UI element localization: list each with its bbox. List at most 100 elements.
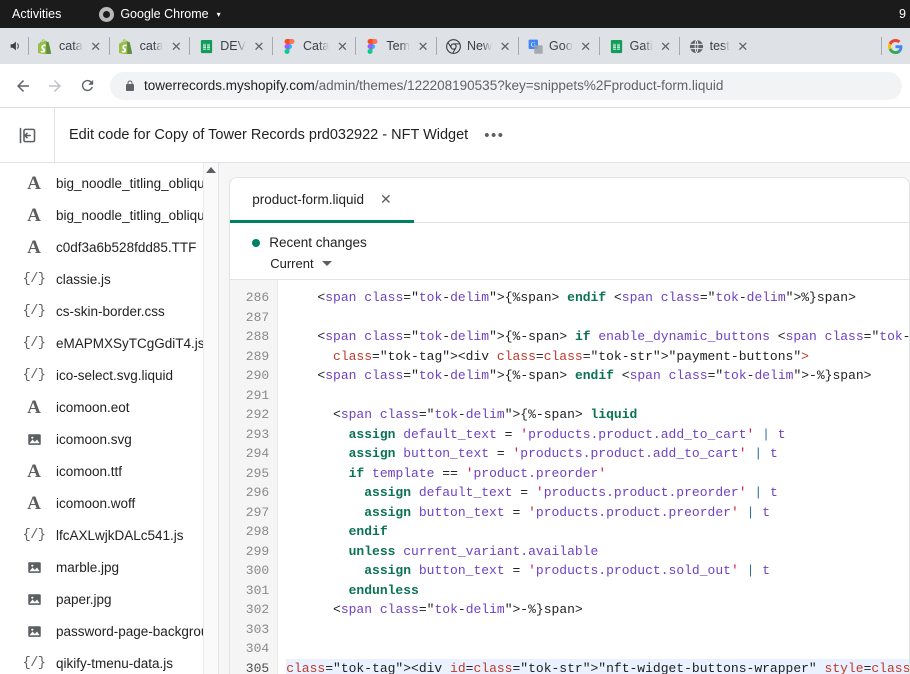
chrome-icon (99, 7, 114, 22)
close-icon[interactable]: ✕ (169, 39, 183, 53)
browser-tab[interactable]: cata ✕ (110, 29, 190, 63)
file-list-item[interactable]: Aicomoon.eot (0, 391, 218, 423)
editor-tab-bar: product-form.liquid ✕ (229, 177, 910, 223)
browser-tab[interactable]: cata✕ (29, 29, 109, 63)
chrome-icon (446, 39, 461, 54)
file-list-item[interactable]: {/}lfcAXLwjkDALc541.js (0, 519, 218, 551)
file-list-item[interactable]: paper.jpg (0, 583, 218, 615)
browser-tab-title: cata (140, 39, 164, 53)
close-icon[interactable]: ✕ (89, 39, 103, 53)
code-line[interactable] (286, 620, 909, 640)
code-line[interactable]: if template == 'product.preorder' (286, 464, 909, 484)
code-area[interactable]: 2862872882892902912922932942952962972982… (229, 279, 910, 674)
code-line[interactable]: class="tok-tag"><div id=class="tok-str">… (286, 659, 909, 674)
partial-tab-google-icon[interactable] (882, 39, 908, 54)
line-number: 289 (230, 347, 269, 367)
code-line[interactable]: assign default_text = 'products.product.… (286, 425, 909, 445)
version-selector[interactable]: Current (270, 256, 887, 271)
code-line[interactable] (286, 308, 909, 328)
browser-tab[interactable]: G Goo ✕ (519, 29, 599, 63)
code-file-icon: {/} (24, 304, 44, 319)
code-line[interactable]: endif (286, 522, 909, 542)
file-list-item[interactable]: {/}eMAPMXSyTCgGdiT4.js (0, 327, 218, 359)
forward-arrow-icon (40, 71, 70, 101)
font-file-icon: A (24, 238, 44, 257)
figma-icon (365, 39, 380, 54)
code-line[interactable] (286, 386, 909, 406)
line-number: 291 (230, 386, 269, 406)
code-line[interactable]: endunless (286, 581, 909, 601)
address-bar[interactable]: towerrecords.myshopify.com/admin/themes/… (110, 72, 902, 100)
close-icon[interactable]: ✕ (579, 39, 593, 53)
code-line[interactable]: assign button_text = 'products.product.a… (286, 444, 909, 464)
file-list-item[interactable]: icomoon.svg (0, 423, 218, 455)
code-file-icon: {/} (24, 528, 44, 543)
recent-changes-header: Recent changes (252, 235, 887, 250)
code-line[interactable]: assign default_text = 'products.product.… (286, 483, 909, 503)
file-list-item[interactable]: Aicomoon.woff (0, 487, 218, 519)
code-line[interactable]: assign button_text = 'products.product.p… (286, 503, 909, 523)
sidebar-scrollbar[interactable] (203, 163, 218, 674)
editor-tab-product-form-liquid[interactable]: product-form.liquid ✕ (230, 178, 414, 223)
file-list-item[interactable]: {/}ico-select.svg.liquid (0, 359, 218, 391)
close-icon[interactable]: ✕ (380, 192, 392, 206)
code-line[interactable]: unless current_variant.available (286, 542, 909, 562)
chevron-down-icon (322, 261, 332, 266)
url-path: /admin/themes/122208190535?key=snippets%… (315, 78, 724, 93)
file-list-item[interactable]: {/}qikify-tmenu-data.js (0, 647, 218, 674)
line-number: 298 (230, 522, 269, 542)
file-list-item[interactable]: {/}classie.js (0, 263, 218, 295)
more-actions-button[interactable]: ••• (484, 128, 504, 143)
code-line[interactable]: assign button_text = 'products.product.s… (286, 561, 909, 581)
browser-tab-title: Gati (630, 39, 653, 53)
google-translate-icon: G (528, 39, 543, 54)
file-list-item[interactable]: Abig_noodle_titling_oblique.woff (0, 199, 218, 231)
browser-tab[interactable]: New✕ (437, 29, 518, 63)
chevron-down-icon: ▾ (217, 10, 221, 19)
image-file-icon (24, 432, 44, 447)
system-clock[interactable]: 9 (899, 7, 906, 21)
close-icon[interactable]: ✕ (252, 39, 266, 53)
code-line[interactable]: <span class="tok-delim">{%-span> liquid (286, 405, 909, 425)
file-name: big_noodle_titling_oblique.woff (56, 208, 219, 223)
audio-indicator-icon[interactable] (2, 28, 28, 64)
back-arrow-icon[interactable] (8, 71, 38, 101)
file-list-item[interactable]: password-page-background.jpg (0, 615, 218, 647)
line-number-gutter: 2862872882892902912922932942952962972982… (230, 280, 278, 674)
browser-tab[interactable]: Gati ✕ (600, 29, 679, 63)
browser-tab[interactable]: test✕ (680, 29, 756, 63)
active-app-menu[interactable]: Google Chrome ▾ (99, 7, 220, 22)
code-line[interactable]: <span class="tok-delim">{%-span> endif <… (286, 366, 909, 386)
browser-tab[interactable]: Tem✕ (356, 29, 436, 63)
close-icon[interactable]: ✕ (498, 39, 512, 53)
code-content[interactable]: <span class="tok-delim">{%span> endif <s… (278, 280, 909, 674)
code-line[interactable]: class="tok-tag"><div class=class="tok-st… (286, 347, 909, 367)
exit-code-editor-icon[interactable] (0, 108, 55, 163)
file-list-item[interactable]: Ac0df3a6b528fdd85.TTF (0, 231, 218, 263)
file-list-item[interactable]: Abig_noodle_titling_oblique.ttf (0, 167, 218, 199)
close-icon[interactable]: ✕ (416, 39, 430, 53)
activities-button[interactable]: Activities (0, 7, 75, 21)
file-list: Abig_noodle_titling_oblique.ttfAbig_nood… (0, 163, 218, 674)
file-name: big_noodle_titling_oblique.ttf (56, 176, 219, 191)
file-name: icomoon.woff (56, 496, 135, 511)
address-bar-url: towerrecords.myshopify.com/admin/themes/… (144, 78, 723, 93)
browser-tab[interactable]: DEV✕ (190, 29, 272, 63)
code-line[interactable] (286, 639, 909, 659)
close-icon[interactable]: ✕ (736, 39, 750, 53)
line-number: 293 (230, 425, 269, 445)
page-title: Edit code for Copy of Tower Records prd0… (55, 127, 468, 143)
scroll-up-arrow-icon[interactable] (206, 167, 216, 173)
browser-tab[interactable]: Cata✕ (273, 29, 355, 63)
browser-tab-title: Goo (549, 39, 573, 53)
close-icon[interactable]: ✕ (335, 39, 349, 53)
file-list-item[interactable]: Aicomoon.ttf (0, 455, 218, 487)
close-icon[interactable]: ✕ (659, 39, 673, 53)
code-line[interactable]: <span class="tok-delim">{%-span> if enab… (286, 327, 909, 347)
file-list-item[interactable]: marble.jpg (0, 551, 218, 583)
code-line[interactable]: <span class="tok-delim">-%}span> (286, 600, 909, 620)
reload-icon[interactable] (72, 71, 102, 101)
code-line[interactable]: <span class="tok-delim">{%span> endif <s… (286, 288, 909, 308)
file-list-item[interactable]: {/}cs-skin-border.css (0, 295, 218, 327)
file-name: ico-select.svg.liquid (56, 368, 173, 383)
